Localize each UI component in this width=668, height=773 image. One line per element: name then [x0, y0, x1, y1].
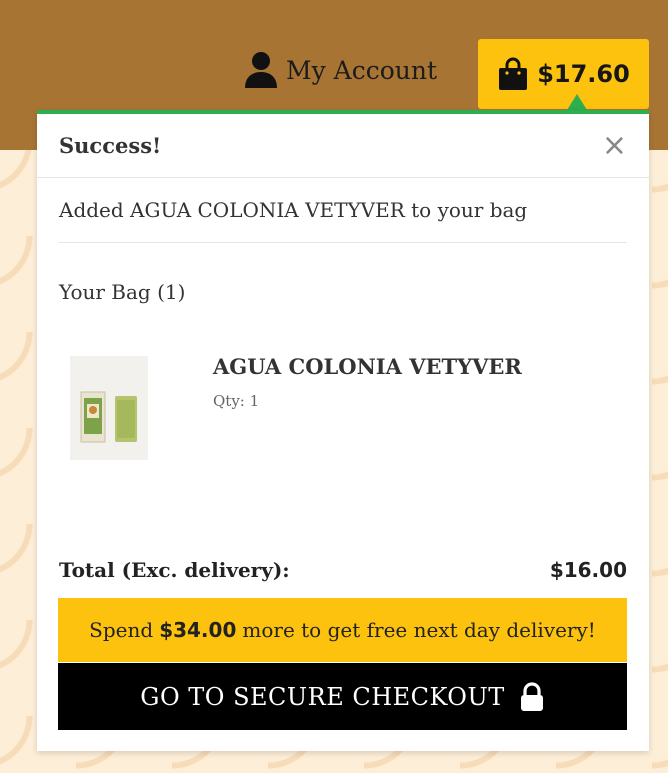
total-value: $16.00: [549, 558, 627, 582]
product-qty: Qty: 1: [213, 392, 260, 410]
bag-count: Your Bag (1): [59, 280, 186, 304]
added-message: Added AGUA COLONIA VETYVER to your bag: [59, 178, 627, 243]
shopping-bag-icon: [499, 57, 528, 90]
product-name[interactable]: AGUA COLONIA VETYVER: [213, 354, 522, 379]
promo-amount: $34.00: [159, 618, 237, 642]
product-image[interactable]: [70, 356, 148, 460]
close-icon[interactable]: ×: [602, 130, 627, 161]
popup-caret: [567, 94, 587, 110]
checkout-label: GO TO SECURE CHECKOUT: [140, 682, 505, 711]
cart-popup: Success! × Added AGUA COLONIA VETYVER to…: [37, 110, 649, 751]
promo-prefix: Spend: [89, 618, 154, 642]
lock-icon: [520, 681, 543, 711]
bag-total: $17.60: [537, 60, 630, 88]
user-icon: [245, 52, 277, 88]
popup-title: Success!: [59, 133, 162, 158]
popup-header: Success! ×: [37, 114, 649, 178]
my-account-link[interactable]: My Account: [244, 50, 437, 90]
free-delivery-banner: Spend $34.00 more to get free next day d…: [58, 598, 627, 662]
bag-button[interactable]: $17.60: [478, 39, 649, 109]
total-label: Total (Exc. delivery):: [59, 558, 290, 582]
promo-suffix: more to get free next day delivery!: [242, 618, 596, 642]
my-account-label: My Account: [286, 55, 438, 85]
secure-checkout-button[interactable]: GO TO SECURE CHECKOUT: [58, 663, 627, 730]
product-photo: [70, 356, 148, 460]
total-row: Total (Exc. delivery): $16.00: [59, 558, 627, 582]
